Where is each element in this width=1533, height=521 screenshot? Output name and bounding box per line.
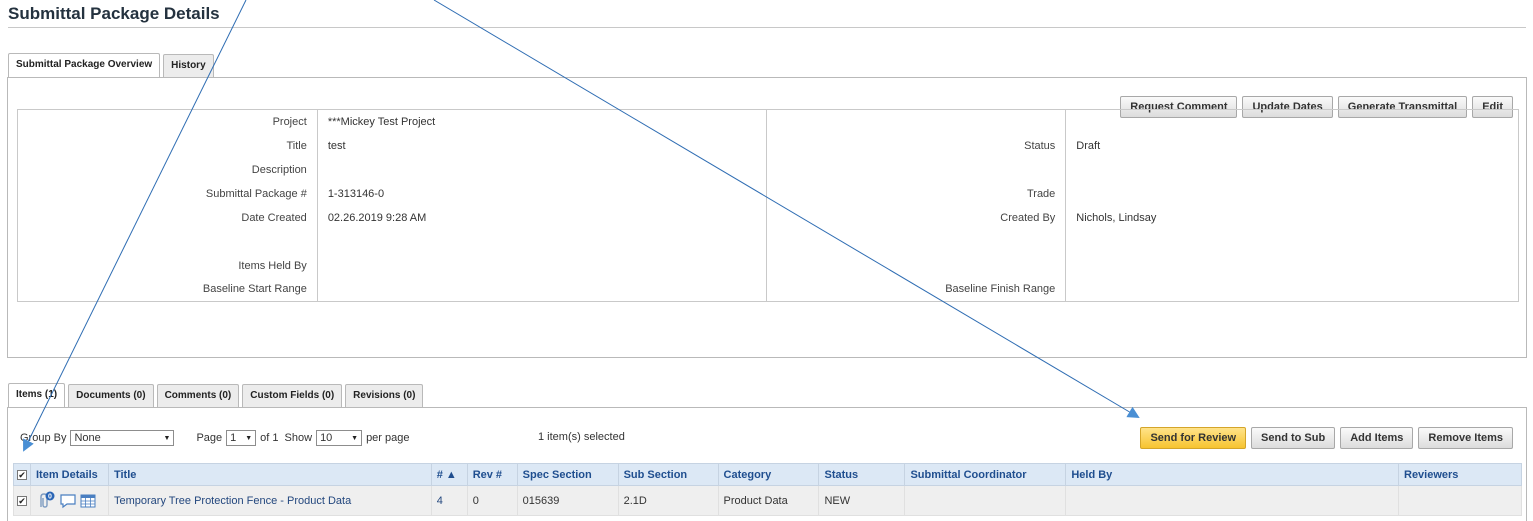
detail-label: Created By (766, 205, 1067, 230)
svg-text:0: 0 (48, 493, 52, 500)
column-header-held-by[interactable]: Held By (1065, 463, 1399, 486)
detail-label (766, 109, 1067, 134)
overview-panel: Request Comment Update Dates Generate Tr… (7, 77, 1527, 358)
tab-custom-fields[interactable]: Custom Fields (0) (242, 384, 343, 408)
detail-value (317, 253, 767, 278)
items-panel: Group By None ▼ Page 1 ▼ of 1 Show 10 ▼ … (7, 407, 1527, 521)
column-header-spec-section[interactable]: Spec Section (516, 463, 619, 486)
table-icon[interactable] (80, 494, 96, 508)
tab-submittal-package-overview[interactable]: Submittal Package Overview (8, 53, 161, 79)
column-header-category[interactable]: Category (717, 463, 820, 486)
item-status: NEW (818, 485, 906, 516)
item-number-link[interactable]: 4 (430, 485, 468, 516)
detail-label: Date Created (17, 205, 318, 230)
item-rev: 0 (466, 485, 518, 516)
select-all-checkbox[interactable]: ✔ (13, 463, 31, 486)
per-page-label: per page (366, 432, 410, 444)
detail-value: 02.26.2019 9:28 AM (317, 205, 767, 230)
detail-value (1065, 229, 1519, 254)
detail-value: test (317, 133, 767, 158)
item-tabs: Items (1) Documents (0) Comments (0) Cus… (8, 382, 426, 409)
tab-history[interactable]: History (163, 54, 214, 78)
detail-label (17, 229, 318, 254)
dropdown-arrow-icon: ▼ (163, 434, 171, 442)
items-grid: ✔ Item Details Title # ▲ Rev # Spec Sect… (13, 463, 1522, 516)
detail-label: Project (17, 109, 318, 134)
detail-value (1065, 277, 1519, 302)
detail-value (1065, 109, 1519, 134)
page-count-label: of 1 (260, 432, 279, 444)
tab-items[interactable]: Items (1) (8, 383, 66, 409)
overview-tabs: Submittal Package Overview History (8, 52, 217, 79)
selection-count: 1 item(s) selected (538, 431, 625, 443)
detail-value (1065, 181, 1519, 206)
detail-label: Submittal Package # (17, 181, 318, 206)
table-row[interactable]: ✔ 0 Temporary Tree Protection Fence - Pr… (13, 485, 1522, 516)
column-header-submittal-coordinator[interactable]: Submittal Coordinator (904, 463, 1067, 486)
grid-header-row: ✔ Item Details Title # ▲ Rev # Spec Sect… (13, 463, 1522, 486)
detail-value (1065, 157, 1519, 182)
detail-label: Baseline Finish Range (766, 277, 1067, 302)
group-by-label: Group By (20, 432, 67, 444)
detail-label: Description (17, 157, 318, 182)
add-items-button[interactable]: Add Items (1340, 427, 1414, 449)
column-header-rev[interactable]: Rev # (466, 463, 518, 486)
detail-value: Draft (1065, 133, 1519, 158)
checkbox-checked-icon: ✔ (17, 495, 27, 506)
detail-label: Items Held By (17, 253, 318, 278)
column-header-title[interactable]: Title (107, 463, 432, 486)
item-details-cell: 0 (30, 485, 109, 516)
comment-icon[interactable] (59, 493, 77, 509)
attachment-icon[interactable]: 0 (36, 491, 56, 511)
item-reviewers (1398, 485, 1522, 516)
checkbox-checked-icon: ✔ (17, 469, 27, 480)
group-by-select[interactable]: None ▼ (70, 430, 175, 446)
detail-value: ***Mickey Test Project (317, 109, 767, 134)
item-action-bar: Send for Review Send to Sub Add Items Re… (1140, 427, 1513, 449)
page-label: Page (196, 432, 223, 444)
item-category: Product Data (717, 485, 820, 516)
send-to-sub-button[interactable]: Send to Sub (1251, 427, 1336, 449)
column-header-status[interactable]: Status (818, 463, 906, 486)
detail-label (766, 253, 1067, 278)
item-title-link[interactable]: Temporary Tree Protection Fence - Produc… (107, 485, 432, 516)
dropdown-arrow-icon: ▼ (351, 434, 359, 442)
column-header-item-details[interactable]: Item Details (30, 463, 109, 486)
detail-value (317, 277, 767, 302)
detail-label: Trade (766, 181, 1067, 206)
tab-comments[interactable]: Comments (0) (156, 384, 240, 408)
column-header-reviewers[interactable]: Reviewers (1398, 463, 1522, 486)
grid-toolbar: Group By None ▼ Page 1 ▼ of 1 Show 10 ▼ … (20, 430, 410, 446)
item-held-by (1065, 485, 1399, 516)
page-value: 1 (230, 432, 237, 444)
item-spec-section: 015639 (516, 485, 619, 516)
column-header-number[interactable]: # ▲ (430, 463, 468, 486)
detail-value (317, 157, 767, 182)
page-select[interactable]: 1 ▼ (226, 430, 257, 446)
page-title: Submittal Package Details (8, 4, 1526, 28)
detail-label (766, 157, 1067, 182)
row-checkbox[interactable]: ✔ (13, 485, 31, 516)
remove-items-button[interactable]: Remove Items (1418, 427, 1513, 449)
package-details-table: Project ***Mickey Test Project Title tes… (17, 109, 1519, 302)
group-by-value: None (74, 432, 101, 444)
detail-value (1065, 253, 1519, 278)
column-header-sub-section[interactable]: Sub Section (617, 463, 719, 486)
detail-label (766, 229, 1067, 254)
show-label: Show (284, 432, 313, 444)
dropdown-arrow-icon: ▼ (245, 434, 253, 442)
page-size-select[interactable]: 10 ▼ (316, 430, 363, 446)
detail-value: 1-313146-0 (317, 181, 767, 206)
detail-label: Title (17, 133, 318, 158)
send-for-review-button[interactable]: Send for Review (1140, 427, 1247, 449)
detail-value (317, 229, 767, 254)
page-size-value: 10 (320, 432, 333, 444)
item-sub-section: 2.1D (617, 485, 719, 516)
item-coordinator (904, 485, 1067, 516)
tab-revisions[interactable]: Revisions (0) (345, 384, 424, 408)
tab-documents[interactable]: Documents (0) (68, 384, 154, 408)
detail-label: Baseline Start Range (17, 277, 318, 302)
detail-value: Nichols, Lindsay (1065, 205, 1519, 230)
detail-label: Status (766, 133, 1067, 158)
